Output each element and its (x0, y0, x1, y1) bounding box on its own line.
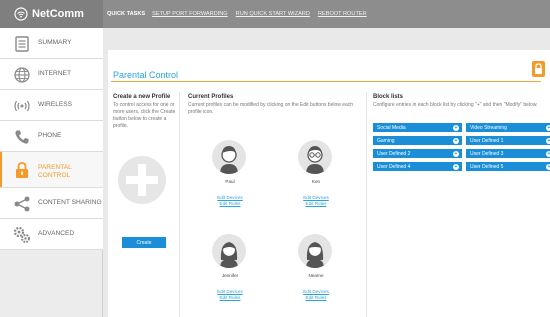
blocklist-label: Video Streaming (470, 124, 507, 131)
sidebar-item-label: INTERNET (38, 70, 71, 77)
plus-icon[interactable]: + (453, 163, 459, 170)
brand-name: NetComm (32, 8, 84, 20)
main-content: Parental Control Create a new Profile To… (103, 28, 550, 317)
sidebar-item-summary[interactable]: SUMMARY (0, 28, 103, 59)
plus-icon-bar (126, 176, 158, 184)
plus-icon[interactable]: + (546, 137, 550, 144)
blocklist-user-defined-5[interactable]: User Defined 5 + (466, 162, 550, 171)
run-quick-start-wizard-link[interactable]: RUN QUICK START WIZARD (236, 11, 310, 17)
plus-icon[interactable]: + (546, 124, 550, 131)
page-title: Parental Control (113, 70, 179, 80)
blocklist-label: User Defined 2 (377, 150, 411, 157)
blocklist-label: User Defined 5 (470, 163, 504, 170)
edit-devices-link[interactable]: Edit Devices (286, 195, 346, 200)
sidebar-item-content-sharing[interactable]: CONTENT SHARING (0, 188, 103, 219)
blocklist-video-streaming[interactable]: Video Streaming + (466, 123, 550, 132)
wifi-icon (14, 7, 28, 21)
wireless-icon (12, 96, 32, 116)
lock-icon (12, 160, 32, 180)
create-profile-description: To control access for one or more users,… (113, 102, 176, 129)
sidebar-item-label-line1: PARENTAL (38, 164, 72, 171)
sidebar-item-label: SUMMARY (38, 39, 72, 46)
sidebar-item-phone[interactable]: PHONE (0, 121, 103, 152)
sidebar-item-internet[interactable]: INTERNET (0, 59, 103, 90)
profile-name: Jennifer (221, 273, 239, 278)
globe-icon (12, 65, 32, 85)
lock-icon (535, 63, 542, 74)
phone-icon (12, 127, 32, 147)
parental-lock-button[interactable] (532, 61, 545, 77)
blocklist-user-defined-2[interactable]: User Defined 2 + (373, 149, 462, 158)
blocklist-user-defined-4[interactable]: User Defined 4 + (373, 162, 462, 171)
current-profiles-heading: Current Profiles (188, 94, 234, 100)
plus-icon[interactable]: + (546, 163, 550, 170)
blocklist-gaming[interactable]: Gaming + (373, 136, 462, 145)
sidebar-item-label: PARENTAL CONTROL (38, 164, 72, 180)
create-profile-button[interactable]: Create (122, 237, 166, 248)
create-profile-heading: Create a new Profile (113, 94, 171, 100)
block-lists-heading: Block lists (373, 94, 404, 100)
male-avatar-icon[interactable] (212, 140, 246, 174)
blocklist-label: Social Media (377, 124, 406, 131)
setup-port-forwarding-link[interactable]: SETUP PORT FORWARDING (152, 11, 228, 17)
edit-rules-link[interactable]: Edit Rules (200, 295, 260, 300)
reboot-router-link[interactable]: REBOOT ROUTER (318, 11, 367, 17)
blocklist-label: User Defined 4 (377, 163, 411, 170)
plus-icon[interactable]: + (453, 150, 459, 157)
sidebar-item-label: ADVANCED (38, 230, 75, 237)
sidebar-item-advanced[interactable]: ADVANCED (0, 219, 103, 250)
edit-rules-link[interactable]: Edit Rules (286, 295, 346, 300)
sidebar-item-label: WIRELESS (38, 101, 73, 108)
profile-name: Ken (311, 179, 321, 184)
plus-icon[interactable]: + (453, 124, 459, 131)
gears-icon (12, 225, 32, 245)
brand-logo[interactable]: NetComm (0, 0, 103, 28)
edit-devices-link[interactable]: Edit Devices (200, 289, 260, 294)
female-avatar-icon[interactable] (212, 234, 246, 268)
sidebar: SUMMARY INTERNET WIRELESS PHONE PARENTAL… (0, 28, 103, 317)
document-icon (12, 34, 32, 54)
quick-tasks-label: QUICK TASKS (107, 11, 146, 17)
plus-icon[interactable]: + (546, 150, 550, 157)
column-divider (179, 92, 180, 317)
sidebar-item-label-line2: CONTROL (38, 172, 71, 179)
edit-devices-link[interactable]: Edit Devices (200, 195, 260, 200)
blocklist-label: Gaming (377, 137, 395, 144)
sidebar-item-label: CONTENT SHARING (38, 199, 102, 206)
sidebar-item-wireless[interactable]: WIRELESS (0, 90, 103, 121)
profile-name: Paul (225, 179, 235, 184)
column-divider (366, 92, 367, 317)
share-icon (12, 194, 32, 214)
blocklist-social-media[interactable]: Social Media + (373, 123, 462, 132)
sidebar-item-parental-control[interactable]: PARENTAL CONTROL (0, 152, 103, 188)
sidebar-item-label: PHONE (38, 132, 62, 139)
edit-rules-link[interactable]: Edit Rules (200, 201, 260, 206)
blocklist-user-defined-3[interactable]: User Defined 3 + (466, 149, 550, 158)
current-profiles-description: Current profiles can be modified by clic… (188, 102, 354, 115)
profile-name: Nearne (308, 273, 324, 278)
blocklist-label: User Defined 1 (470, 137, 504, 144)
edit-devices-link[interactable]: Edit Devices (286, 289, 346, 294)
title-divider (111, 81, 541, 82)
quick-tasks-bar: QUICK TASKS SETUP PORT FORWARDING RUN QU… (107, 0, 375, 28)
block-lists-description: Configure entries in each block list by … (373, 102, 538, 108)
blocklist-user-defined-1[interactable]: User Defined 1 + (466, 136, 550, 145)
plus-icon[interactable]: + (453, 137, 459, 144)
edit-rules-link[interactable]: Edit Rules (286, 201, 346, 206)
female-avatar-icon[interactable] (298, 234, 332, 268)
male-glasses-avatar-icon[interactable] (298, 140, 332, 174)
top-bar: NetComm QUICK TASKS SETUP PORT FORWARDIN… (0, 0, 550, 28)
blocklist-label: User Defined 3 (470, 150, 504, 157)
